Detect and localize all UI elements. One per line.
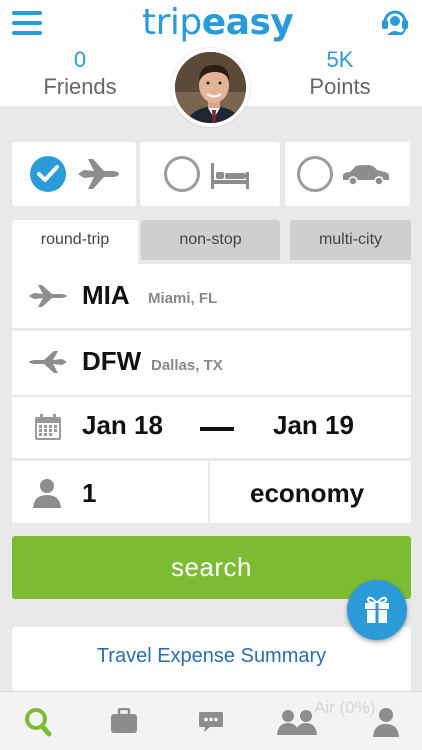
air-percentage-text: Air (0%) (314, 698, 376, 717)
gift-icon (365, 596, 389, 623)
hotel-radio[interactable] (164, 156, 200, 192)
points-count: 5K (326, 47, 354, 72)
points-stat[interactable]: 5K Points (280, 47, 400, 101)
points-label: Points (309, 74, 371, 99)
avatar[interactable] (171, 48, 250, 127)
origin-city: Miami, FL (148, 290, 218, 307)
friends-label: Friends (43, 74, 117, 99)
divider (208, 461, 210, 523)
hamburger-menu-icon[interactable] (12, 11, 42, 35)
mode-flight-option[interactable] (12, 142, 136, 206)
arrival-airplane-icon (29, 351, 67, 373)
friends-icon (277, 710, 317, 735)
search-button[interactable]: search (12, 536, 411, 599)
destination-field[interactable]: DFW Dallas, TX (12, 331, 411, 395)
gift-button[interactable] (347, 580, 407, 640)
car-icon (343, 165, 389, 186)
passenger-count[interactable]: 1 (82, 478, 96, 509)
travel-expense-summary-link[interactable]: Travel Expense Summary (12, 627, 411, 691)
friends-stat[interactable]: 0 Friends (20, 47, 140, 101)
briefcase-icon (111, 708, 137, 733)
checkmark-icon (37, 165, 59, 182)
search-icon (25, 708, 52, 737)
mode-car-option[interactable] (285, 142, 410, 206)
tab-non-stop[interactable]: non-stop (141, 220, 280, 260)
date-range-dash (200, 427, 234, 431)
logo-trip-text: trip (142, 2, 202, 43)
departure-airplane-icon (29, 285, 67, 307)
tripeasy-logo: tripeasy (142, 2, 294, 43)
tab-multi-city[interactable]: multi-city (290, 220, 411, 260)
nav-search[interactable] (8, 692, 68, 750)
mode-hotel-option[interactable] (140, 142, 280, 206)
bed-icon (211, 163, 249, 189)
dates-field[interactable]: Jan 18 Jan 19 (12, 397, 411, 458)
friends-count: 0 (73, 47, 87, 72)
calendar-icon (35, 414, 61, 440)
return-date[interactable]: Jan 19 (273, 410, 354, 441)
nav-trips[interactable] (94, 692, 154, 750)
chat-icon (199, 712, 223, 732)
cabin-class[interactable]: economy (250, 478, 364, 509)
airplane-icon (78, 159, 119, 189)
passenger-cabin-field: 1 economy (12, 461, 411, 523)
destination-code: DFW (82, 346, 142, 376)
profile-icon (373, 708, 399, 737)
profile-photo (175, 52, 246, 123)
depart-date[interactable]: Jan 18 (82, 410, 163, 441)
logo-easy-text: easy (201, 2, 294, 43)
tab-round-trip[interactable]: round-trip (12, 220, 138, 264)
destination-city: Dallas, TX (151, 357, 223, 374)
person-icon (33, 479, 61, 508)
origin-field[interactable]: MIA Miami, FL (12, 264, 411, 328)
flight-radio-checked[interactable] (30, 156, 66, 192)
nav-messages[interactable] (180, 692, 240, 750)
origin-code: MIA (82, 280, 130, 310)
headset-support-icon[interactable] (380, 7, 410, 37)
car-radio[interactable] (297, 156, 333, 192)
